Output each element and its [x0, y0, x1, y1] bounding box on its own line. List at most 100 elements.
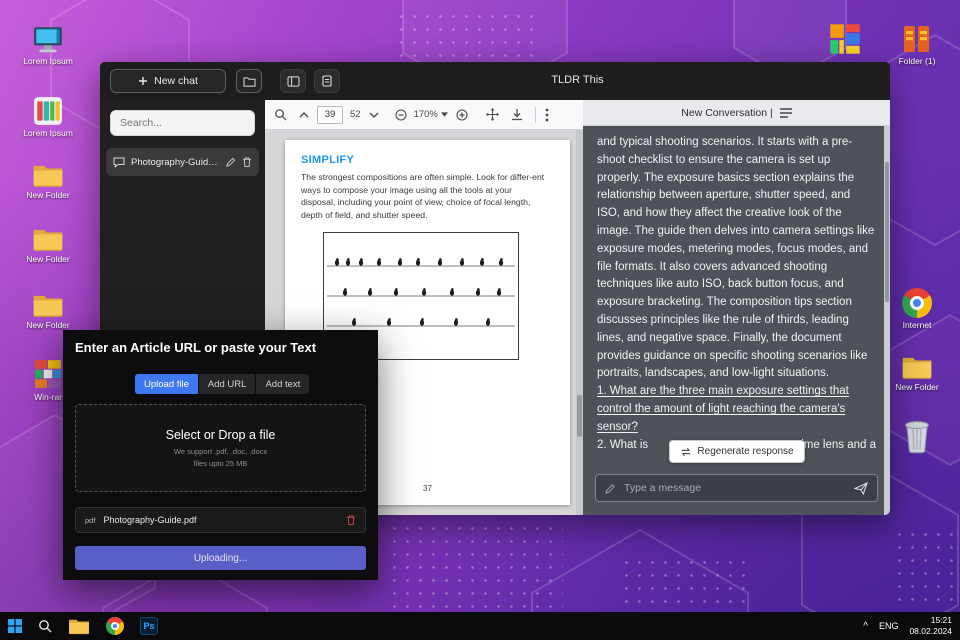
sidebar-file-name: Photography-Guide.pdf: [131, 156, 219, 168]
tray-date: 08.02.2024: [909, 626, 952, 636]
taskbar-chrome-button[interactable]: [106, 617, 124, 635]
conversation-title: New Conversation |: [681, 106, 773, 119]
taskbar-file-explorer-button[interactable]: [68, 617, 90, 635]
window-title: TLDR This: [551, 74, 604, 86]
winrar-icon: [35, 360, 61, 388]
icon-label: Win-rar: [34, 392, 62, 402]
desktop-icon-recycle-bin[interactable]: [885, 420, 949, 454]
modal-title: Enter an Article URL or paste your Text: [75, 340, 317, 355]
icon-label: Internet: [902, 320, 932, 330]
chat-bubble-icon: [113, 157, 125, 168]
zoom-dropdown-caret-icon[interactable]: [440, 112, 448, 117]
regenerate-response-button[interactable]: Regenerate response: [668, 440, 805, 463]
pan-tool-icon[interactable]: [485, 108, 499, 121]
start-button[interactable]: [8, 619, 22, 633]
taskbar-search-button[interactable]: [38, 619, 52, 633]
file-type-badge: pdf: [85, 515, 96, 525]
tray-expand-chevron[interactable]: ^: [863, 621, 868, 632]
regenerate-label: Regenerate response: [697, 446, 794, 457]
new-chat-label: New chat: [154, 75, 198, 87]
sidebar-file-item[interactable]: Photography-Guide.pdf: [106, 148, 259, 176]
question-2-fragment-start: 2. What is: [597, 438, 649, 451]
upload-modal: Enter an Article URL or paste your Text …: [63, 330, 378, 580]
pdf-scrollbar-thumb[interactable]: [577, 395, 582, 437]
icon-label: New Folder: [895, 382, 939, 392]
menu-icon[interactable]: [779, 107, 792, 118]
computer-icon: [34, 27, 62, 53]
dropzone-subtitle-2: files upto 25 MB: [193, 459, 248, 468]
desktop-icon-folder-1[interactable]: New Folder: [16, 162, 80, 201]
uploaded-file-name: Photography-Guide.pdf: [103, 515, 197, 525]
pdf-section-heading: SIMPLIFY: [301, 154, 355, 166]
delete-trash-icon[interactable]: [242, 156, 252, 168]
desktop-icon-folder-count[interactable]: Folder (1): [885, 24, 949, 67]
pdf-toolbar: 52 170%: [265, 100, 583, 130]
plus-icon: [139, 77, 148, 85]
chat-panel: New Conversation | and typical shooting …: [583, 100, 890, 515]
uploading-button[interactable]: Uploading...: [75, 546, 366, 570]
zoom-out-icon[interactable]: [395, 108, 407, 121]
edit-pencil-icon[interactable]: [225, 157, 236, 168]
icon-label: Lorem Ipsum: [23, 56, 73, 66]
clock[interactable]: 15:21 08.02.2024: [909, 615, 952, 636]
folder-icon: [33, 229, 63, 251]
tab-upload-file[interactable]: Upload file: [135, 374, 198, 394]
chat-input-bar: [595, 474, 878, 502]
summary-text: and typical shooting scenarios. It start…: [597, 136, 875, 380]
windows-start-icon: [8, 619, 22, 633]
pdf-body-text: The strongest compositions are often sim…: [301, 172, 545, 220]
desktop-icon-folder-right[interactable]: New Folder: [885, 354, 949, 393]
recycle-bin-icon: [905, 421, 929, 454]
chat-scrollbar-thumb[interactable]: [885, 162, 889, 302]
tab-add-url[interactable]: Add URL: [198, 374, 256, 394]
folder-icon: [69, 619, 89, 635]
modal-tabs: Upload file Add URL Add text: [135, 374, 310, 394]
sidebar-search-input[interactable]: [110, 110, 255, 136]
pdf-scrollbar[interactable]: [576, 130, 583, 515]
previous-page-icon[interactable]: [299, 111, 309, 118]
tab-add-text[interactable]: Add text: [256, 374, 310, 394]
more-options-icon[interactable]: [545, 108, 549, 122]
next-page-icon[interactable]: [369, 112, 379, 118]
folder-button[interactable]: [236, 69, 262, 93]
zoom-in-icon[interactable]: [456, 108, 468, 121]
icon-label: Lorem Ipsum: [23, 128, 73, 138]
compose-pen-icon: [605, 483, 615, 494]
language-indicator[interactable]: ENG: [879, 621, 899, 631]
tray-time: 15:21: [930, 615, 952, 626]
chrome-icon: [106, 617, 124, 635]
desktop-icon-computer[interactable]: Lorem Ipsum: [16, 26, 80, 67]
desktop-icon-folder-2[interactable]: New Folder: [16, 226, 80, 265]
app-icon: [34, 97, 62, 125]
desktop-icon-app-grid[interactable]: [828, 22, 862, 61]
new-chat-button[interactable]: New chat: [110, 69, 226, 93]
dropzone-title: Select or Drop a file: [165, 428, 276, 442]
binders-icon: [904, 26, 929, 52]
zoom-level-label[interactable]: 170%: [414, 109, 438, 120]
message-input[interactable]: [624, 482, 846, 494]
desktop-icon-app[interactable]: Lorem Ipsum: [16, 96, 80, 139]
icon-label: New Folder: [26, 254, 70, 264]
remove-file-icon[interactable]: [346, 514, 356, 526]
app-grid-icon: [830, 24, 860, 54]
desktop-icon-internet[interactable]: Internet: [885, 288, 949, 331]
taskbar-photoshop-button[interactable]: Ps: [140, 617, 158, 635]
desktop-icon-folder-3[interactable]: New Folder: [16, 292, 80, 331]
suggested-question-1[interactable]: 1. What are the three main exposure sett…: [597, 383, 876, 436]
icon-label: New Folder: [26, 190, 70, 200]
download-icon[interactable]: [511, 108, 523, 121]
chrome-icon: [902, 288, 932, 318]
search-icon[interactable]: [274, 108, 287, 121]
chat-scrollbar[interactable]: [884, 126, 890, 515]
icon-label: Folder (1): [898, 56, 936, 66]
dropzone-subtitle-1: We support .pdf, .doc, .docx: [173, 447, 268, 456]
file-dropzone[interactable]: Select or Drop a file We support .pdf, .…: [75, 404, 366, 492]
photoshop-icon: Ps: [140, 617, 158, 635]
page-number-input[interactable]: [317, 105, 343, 124]
uploaded-file-row: pdf Photography-Guide.pdf: [75, 507, 366, 533]
regenerate-icon: [681, 447, 690, 456]
chat-header: New Conversation |: [583, 100, 890, 126]
folder-outline-icon: [242, 76, 256, 87]
folder-icon: [33, 165, 63, 187]
send-icon[interactable]: [854, 481, 868, 495]
